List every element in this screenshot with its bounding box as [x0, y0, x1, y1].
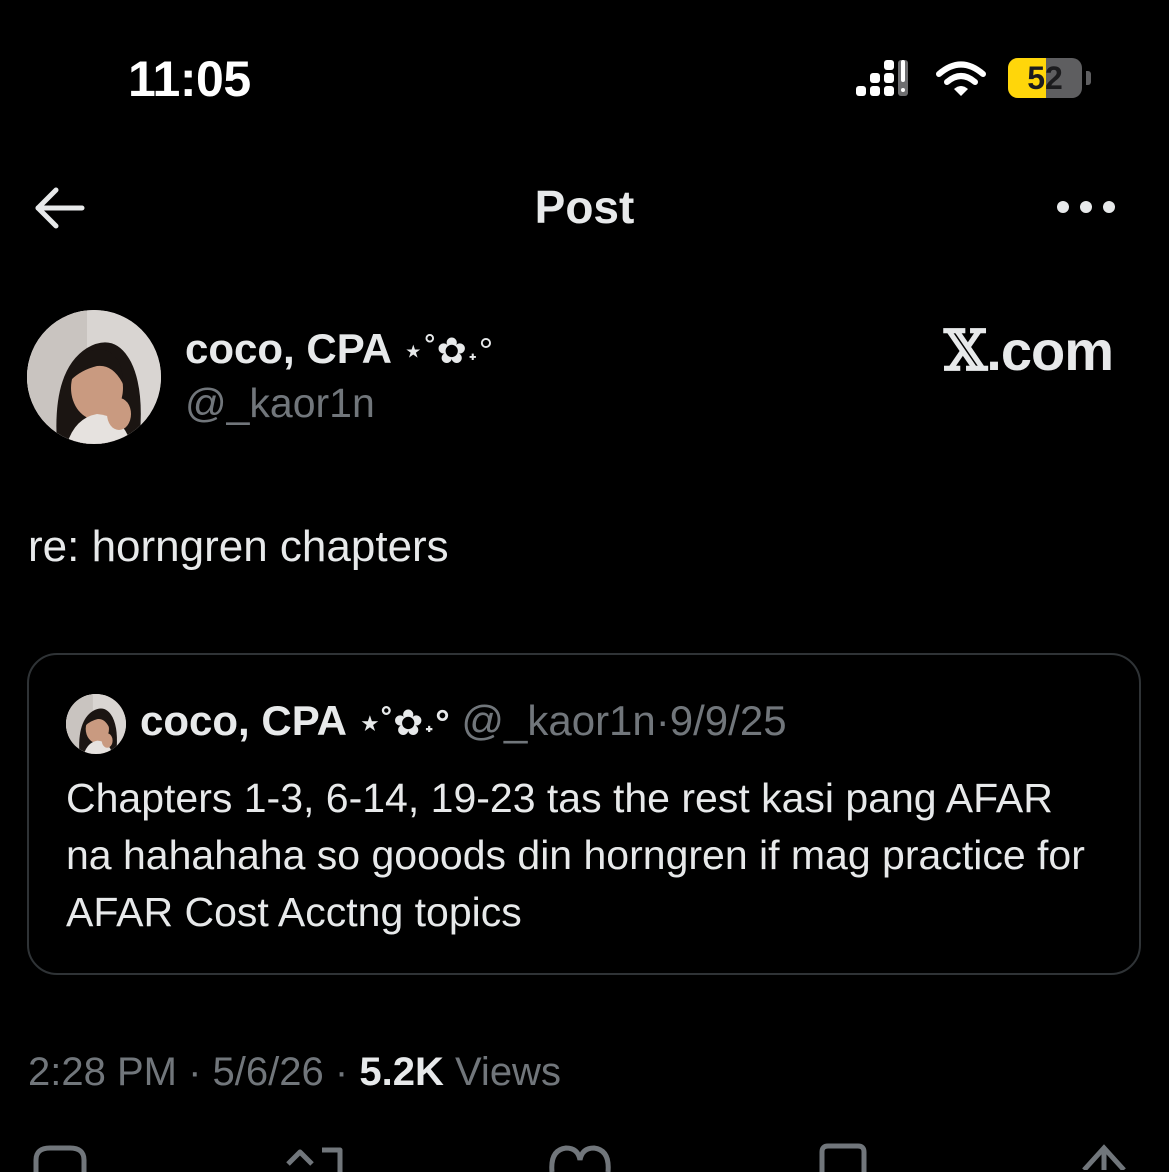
share-icon[interactable]: [1074, 1140, 1134, 1170]
author-handle[interactable]: @_kaor1n: [185, 380, 375, 427]
avatar-photo: [66, 694, 126, 754]
wifi-icon: [936, 61, 986, 96]
page-title: Post: [534, 181, 635, 233]
status-time: 11:05: [128, 51, 251, 107]
quoted-meta-separator: ·: [655, 697, 670, 744]
quoted-author-avatar: [66, 694, 126, 754]
cellular-signal-icon: [856, 60, 908, 96]
x-logo-icon: 𝕏: [943, 318, 987, 384]
avatar-photo: [27, 310, 161, 444]
quoted-post-text: Chapters 1-3, 6-14, 19-23 tas the rest k…: [66, 775, 1085, 935]
meta-separator: ·: [188, 1050, 202, 1094]
x-com-watermark: 𝕏.com: [943, 318, 1114, 384]
battery-icon: 52: [1008, 58, 1092, 100]
reply-icon[interactable]: [30, 1142, 90, 1172]
author-avatar[interactable]: [27, 310, 161, 444]
bookmark-icon[interactable]: [816, 1142, 870, 1172]
post-text: re: horngren chapters: [28, 522, 449, 571]
quoted-author-decoration: ⋆˚✿˖°: [358, 702, 450, 743]
repost-icon[interactable]: [282, 1142, 348, 1172]
author-name-text: coco, CPA: [185, 325, 391, 372]
quoted-post-meta: coco, CPA ⋆˚✿˖° @_kaor1n·9/9/25: [140, 697, 787, 745]
battery-percent: 52: [1027, 60, 1063, 96]
quoted-author-name: coco, CPA: [140, 697, 347, 744]
views-label: Views: [454, 1050, 561, 1094]
watermark-domain: .com: [986, 319, 1114, 382]
post-date: 5/6/26: [212, 1050, 324, 1094]
quoted-post-date: 9/9/25: [669, 697, 787, 744]
views-count[interactable]: 5.2K: [359, 1050, 444, 1094]
author-display-name[interactable]: coco, CPA ⋆˚✿˖°: [185, 325, 493, 373]
post-time: 2:28 PM: [28, 1050, 177, 1094]
post-meta: 2:28 PM · 5/6/26 · 5.2K Views: [28, 1050, 561, 1095]
more-horizontal-icon: [1057, 201, 1115, 213]
author-name-decoration: ⋆˚✿˖°: [402, 330, 494, 371]
meta-separator: ·: [334, 1050, 349, 1094]
quoted-author-handle: @_kaor1n: [461, 697, 656, 744]
like-icon[interactable]: [548, 1142, 612, 1172]
more-options-button[interactable]: [1054, 192, 1118, 222]
